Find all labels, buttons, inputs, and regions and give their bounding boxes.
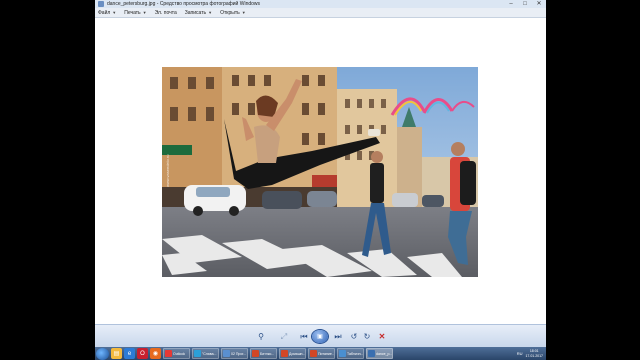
- taskbar-button[interactable]: "Слава...: [192, 348, 219, 359]
- start-button[interactable]: [96, 347, 109, 360]
- taskbar: ▤ e O ◉ Outlook "Слава... 02 Прог... Бит…: [95, 347, 546, 360]
- menu-burn[interactable]: Записать ▼: [185, 10, 212, 16]
- previous-icon[interactable]: ⏮: [298, 331, 310, 342]
- image-icon: [339, 350, 346, 357]
- title-bar: dance_petersburg.jpg - Средство просмотр…: [95, 0, 546, 8]
- system-tray: RU 18:01 17.01.2017: [517, 349, 546, 358]
- taskbar-button[interactable]: Битлко...: [250, 348, 277, 359]
- powerpoint-icon: [281, 350, 288, 357]
- taskbar-button[interactable]: Питание...: [308, 348, 335, 359]
- chrome-icon: [165, 350, 172, 357]
- actual-size-icon[interactable]: ⤢: [278, 331, 290, 342]
- chevron-down-icon: ▼: [142, 10, 147, 15]
- photo-viewer-icon: [368, 350, 375, 357]
- chevron-down-icon: ▼: [112, 10, 117, 15]
- clock-date: 17.01.2017: [525, 353, 543, 358]
- window-controls: – □ ✕: [507, 0, 543, 8]
- language-indicator[interactable]: RU: [517, 351, 523, 356]
- rotate-right-icon[interactable]: ↻: [361, 331, 373, 342]
- photo-watermark: www.vaseedelo.ru: [165, 154, 170, 187]
- app-icon: [194, 350, 201, 357]
- displayed-photo: www.vaseedelo.ru: [162, 67, 478, 277]
- firefox-icon[interactable]: ◉: [150, 348, 161, 359]
- chevron-down-icon: ▼: [241, 10, 246, 15]
- photo-dancer-street: [162, 67, 478, 277]
- powerpoint-icon: [310, 350, 317, 357]
- opera-icon[interactable]: O: [137, 348, 148, 359]
- menu-email[interactable]: Эл. почта: [155, 10, 177, 16]
- slideshow-icon[interactable]: ▣: [312, 330, 328, 343]
- close-button[interactable]: ✕: [535, 0, 543, 8]
- minimize-button[interactable]: –: [507, 0, 515, 8]
- photo-viewer-window: dance_petersburg.jpg - Средство просмотр…: [95, 0, 546, 347]
- powerpoint-icon: [252, 350, 259, 357]
- menu-print[interactable]: Печать ▼: [124, 10, 146, 16]
- folder-icon: [223, 350, 230, 357]
- chevron-down-icon: ▼: [208, 10, 213, 15]
- clock[interactable]: 18:01 17.01.2017: [525, 349, 543, 358]
- explorer-icon[interactable]: ▤: [111, 348, 122, 359]
- taskbar-button[interactable]: Домашн...: [279, 348, 306, 359]
- magnifier-icon[interactable]: ⚲: [255, 331, 267, 342]
- menu-open[interactable]: Открыть ▼: [220, 10, 246, 16]
- maximize-button[interactable]: □: [521, 0, 529, 8]
- rotate-left-icon[interactable]: ↺: [348, 331, 360, 342]
- internet-explorer-icon[interactable]: e: [124, 348, 135, 359]
- viewer-toolbar: ⚲ ⤢ ⏮ ▣ ⏭ ↺ ↻ ✕: [95, 324, 546, 347]
- taskbar-button-active[interactable]: dance_p...: [366, 348, 393, 359]
- menu-bar: Файл ▼ Печать ▼ Эл. почта Записать ▼ Открыт…: [95, 8, 546, 18]
- taskbar-button[interactable]: Outlook: [163, 348, 190, 359]
- delete-icon[interactable]: ✕: [376, 331, 388, 342]
- taskbar-button[interactable]: Табличн...: [337, 348, 364, 359]
- app-icon: [98, 1, 104, 7]
- image-viewport[interactable]: www.vaseedelo.ru: [95, 19, 546, 324]
- menu-file[interactable]: Файл ▼: [98, 10, 116, 16]
- next-icon[interactable]: ⏭: [332, 331, 344, 342]
- taskbar-button[interactable]: 02 Прог...: [221, 348, 248, 359]
- window-title: dance_petersburg.jpg - Средство просмотр…: [107, 1, 261, 7]
